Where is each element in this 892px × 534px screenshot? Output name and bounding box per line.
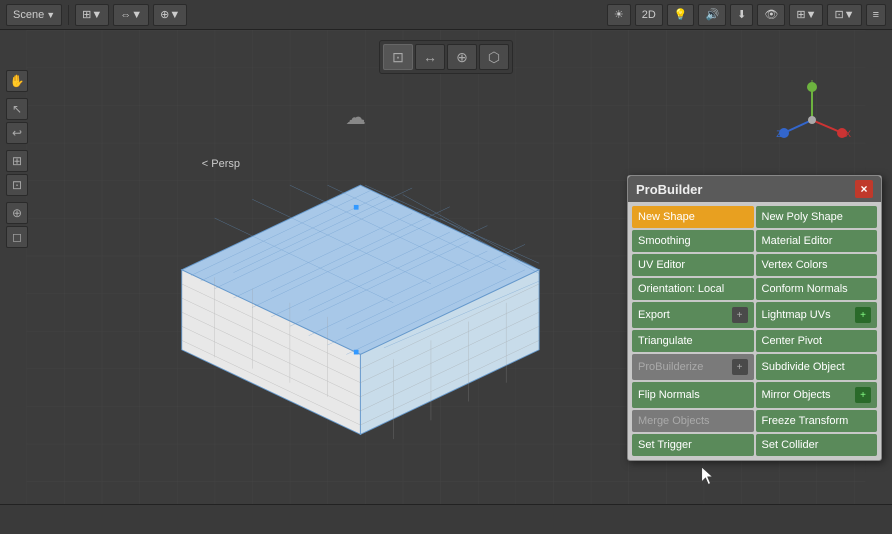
render-btn[interactable]: ⊕▼ [153,4,187,26]
svg-text:Z: Z [776,129,782,139]
undo-btn[interactable]: ↩ [6,122,28,144]
flip-normals-btn[interactable]: Flip Normals [632,382,754,408]
smoothing-btn[interactable]: Smoothing [632,230,754,252]
select-btn[interactable]: ↖ [6,98,28,120]
scene-label: Scene [13,9,44,21]
snap-grid-btn[interactable]: ⊡ [6,174,28,196]
export-btn[interactable]: Export + [632,302,754,328]
camera-btn[interactable]: ◻ [6,226,28,248]
vertex-colors-btn[interactable]: Vertex Colors [756,254,878,276]
panel-header: ProBuilder × [628,176,881,202]
toolbar-right: ☀ 2D 💡 🔊 ⬇ 👁 ⊞▼ ⊡▼ ≡ [607,4,886,26]
orientation-btn[interactable]: Orientation: Local [632,278,754,300]
svg-text:☁: ☁ [345,106,366,129]
grid-btn[interactable]: ⊞▼ [75,4,109,26]
left-toolbar: ✋ ↖ ↩ ⊞ ⊡ ⊕ ◻ [6,70,28,248]
top-toolbar: Scene ▼ ⊞▼ ⇔▼ ⊕▼ ☀ 2D 💡 🔊 ⬇ 👁 ⊞▼ ⊡▼ ≡ [0,0,892,30]
layout-btn[interactable]: ⊡▼ [827,4,861,26]
mirror-objects-label: Mirror Objects [762,389,831,401]
scene-menu-btn[interactable]: Scene ▼ [6,4,62,26]
status-bar [0,504,892,534]
export-plus: + [732,307,748,323]
2d-btn[interactable]: 2D [635,4,663,26]
conform-normals-btn[interactable]: Conform Normals [756,278,878,300]
export-label: Export [638,309,670,321]
set-collider-btn[interactable]: Set Collider [756,434,878,456]
freeze-transform-btn[interactable]: Freeze Transform [756,410,878,432]
probuilderize-btn[interactable]: ProBuilderize + [632,354,754,380]
center-toolbar: ⊡ ↔ ⊕ ⬡ [379,40,513,74]
separator-1 [68,5,69,25]
options-btn[interactable]: ≡ [866,4,886,26]
light-btn[interactable]: 💡 [667,4,695,26]
scale-btn[interactable]: ⬡ [479,44,509,70]
gizmo: Y X Z [772,80,852,160]
snap-btn[interactable]: ⇔▼ [113,4,149,26]
triangulate-btn[interactable]: Triangulate [632,330,754,352]
mirror-objects-btn[interactable]: Mirror Objects + [756,382,878,408]
shading-btn[interactable]: ☀ [607,4,631,26]
translate-btn[interactable]: ↔ [415,44,445,70]
panel-body: New Shape New Poly Shape Smoothing Mater… [628,202,881,460]
fx-btn[interactable]: ⬇ [730,4,753,26]
panel-title: ProBuilder [636,182,702,197]
uv-editor-btn[interactable]: UV Editor [632,254,754,276]
persp-label: < Persp [202,158,240,170]
set-trigger-btn[interactable]: Set Trigger [632,434,754,456]
rotate-btn[interactable]: ⊕ [447,44,477,70]
merge-objects-btn[interactable]: Merge Objects [632,410,754,432]
new-poly-shape-btn[interactable]: New Poly Shape [756,206,878,228]
lightmap-plus: + [855,307,871,323]
subdivide-object-btn[interactable]: Subdivide Object [756,354,878,380]
lightmap-uvs-btn[interactable]: Lightmap UVs + [756,302,878,328]
audio-btn[interactable]: 🔊 [698,4,726,26]
lightmap-label: Lightmap UVs [762,309,831,321]
probuilderize-plus: + [732,359,748,375]
mirror-plus: + [855,387,871,403]
scene-view: ☁ ⊡ ↔ ⊕ ⬡ ✋ ↖ ↩ ⊞ ⊡ ⊕ ◻ < Persp Y X [0,30,892,504]
probuilderize-label: ProBuilderize [638,361,703,373]
gizmo-btn[interactable]: ⊕ [6,202,28,224]
material-editor-btn[interactable]: Material Editor [756,230,878,252]
svg-text:Y: Y [809,80,815,85]
center-pivot-btn[interactable]: Center Pivot [756,330,878,352]
panel-close-btn[interactable]: × [855,180,873,198]
hand-tool-btn[interactable]: ✋ [6,70,28,92]
layers-btn[interactable]: ⊞▼ [789,4,823,26]
svg-text:X: X [845,129,851,139]
search-btn[interactable]: ⊞ [6,150,28,172]
visibility-btn[interactable]: 👁 [757,4,785,26]
move-tool-btn[interactable]: ⊡ [383,44,413,70]
probuilder-panel: ProBuilder × New Shape New Poly Shape Sm… [627,175,882,461]
new-shape-btn[interactable]: New Shape [632,206,754,228]
